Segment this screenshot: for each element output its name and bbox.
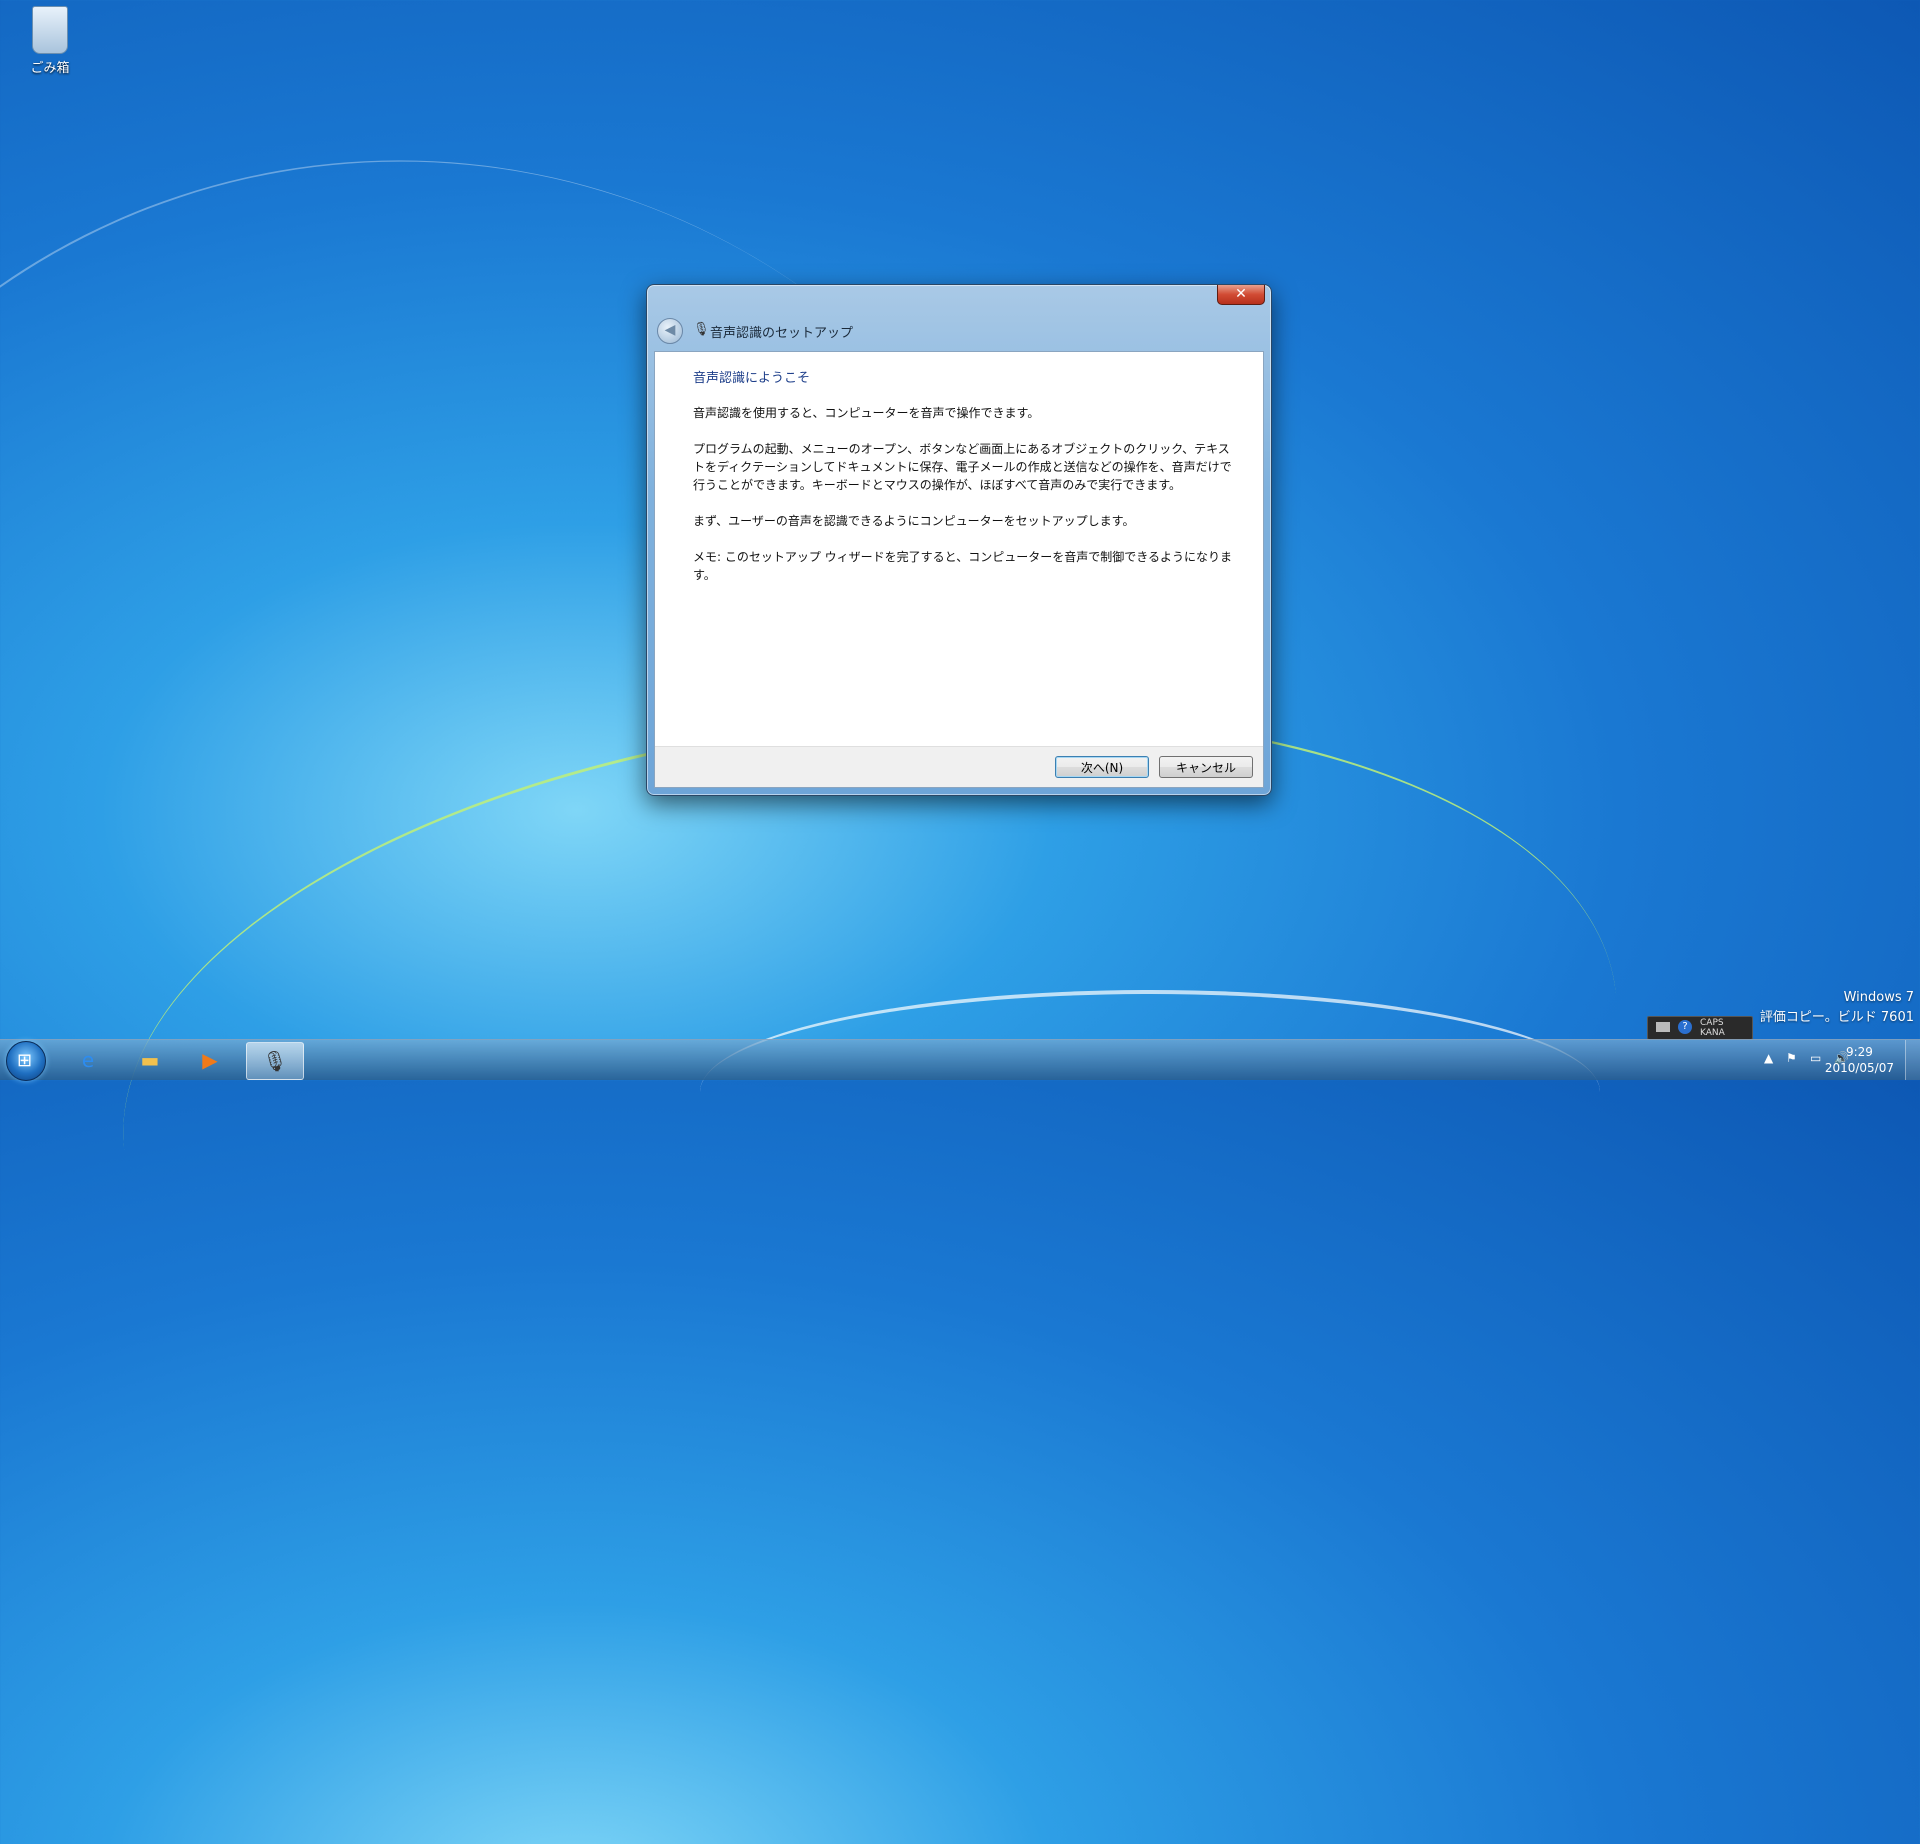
welcome-content: 音声認識にようこそ 音声認識を使用すると、コンピューターを音声で操作できます。 … [693, 370, 1235, 602]
welcome-heading: 音声認識にようこそ [693, 371, 811, 386]
watermark-os: Windows 7 [1843, 990, 1914, 1005]
kana-indicator: KANA [1700, 1028, 1725, 1038]
taskbar-clock[interactable]: 9:29 2010/05/07 [1825, 1044, 1894, 1076]
show-hidden-icons-icon[interactable]: ▲ [1764, 1051, 1773, 1065]
show-desktop-button[interactable] [1905, 1040, 1920, 1080]
features-paragraph: プログラムの起動、メニューのオープン、ボタンなど画面上にあるオブジェクトのクリッ… [693, 442, 1232, 492]
dialog-title: 音声認識のセットアップ [710, 326, 854, 341]
internet-explorer-icon[interactable]: e [60, 1042, 116, 1078]
next-button[interactable]: 次へ(N) [1055, 756, 1149, 778]
back-button[interactable]: ◀ [657, 318, 683, 344]
action-center-flag-icon[interactable]: ⚑ [1786, 1051, 1797, 1065]
microphone-icon: 🎙 [693, 322, 710, 337]
help-icon[interactable]: ? [1678, 1020, 1692, 1034]
taskbar: ⊞ e ▬ ▶ 🎙 ▲ ⚑ ▭ 🔊 9:29 2010/05/07 [0, 1039, 1920, 1081]
note-paragraph: メモ: このセットアップ ウィザードを完了すると、コンピューターを音声で制御でき… [693, 550, 1232, 582]
language-bar[interactable]: ? CAPS KANA [1647, 1016, 1753, 1040]
windows-logo-icon: ⊞ [17, 1050, 33, 1071]
clock-date: 2010/05/07 [1824, 1061, 1894, 1075]
speech-setup-dialog: ✕ ◀ 🎙 音声認識のセットアップ 音声認識にようこそ 音声認識を使用すると、コ… [646, 284, 1272, 796]
keyboard-icon[interactable] [1656, 1022, 1670, 1032]
recycle-bin[interactable]: ごみ箱 [18, 6, 82, 76]
intro-paragraph: 音声認識を使用すると、コンピューターを音声で操作できます。 [693, 406, 1040, 420]
explorer-folder-icon[interactable]: ▬ [122, 1042, 178, 1078]
recycle-bin-label: ごみ箱 [30, 61, 70, 76]
wallpaper-swirl [0, 0, 1384, 1844]
media-player-icon[interactable]: ▶ [182, 1042, 238, 1078]
close-button[interactable]: ✕ [1217, 285, 1265, 305]
start-button[interactable]: ⊞ [6, 1041, 46, 1081]
speech-recognition-taskbar-icon[interactable]: 🎙 [246, 1042, 304, 1080]
wallpaper-swirl [700, 990, 1600, 1194]
dialog-content-panel: 音声認識にようこそ 音声認識を使用すると、コンピューターを音声で操作できます。 … [654, 351, 1264, 788]
network-icon[interactable]: ▭ [1810, 1051, 1821, 1065]
setup-paragraph: まず、ユーザーの音声を認識できるようにコンピューターをセットアップします。 [693, 514, 1135, 528]
watermark-build: 評価コピー。ビルド 7601 [1759, 1010, 1914, 1025]
recycle-bin-icon [32, 6, 68, 54]
cancel-button[interactable]: キャンセル [1159, 756, 1253, 778]
windows-watermark: Windows 7 評価コピー。ビルド 7601 [1760, 988, 1914, 1028]
caps-indicator: CAPS [1700, 1018, 1724, 1028]
dialog-footer: 次へ(N) キャンセル [655, 746, 1263, 787]
clock-time: 9:29 [1845, 1045, 1873, 1059]
